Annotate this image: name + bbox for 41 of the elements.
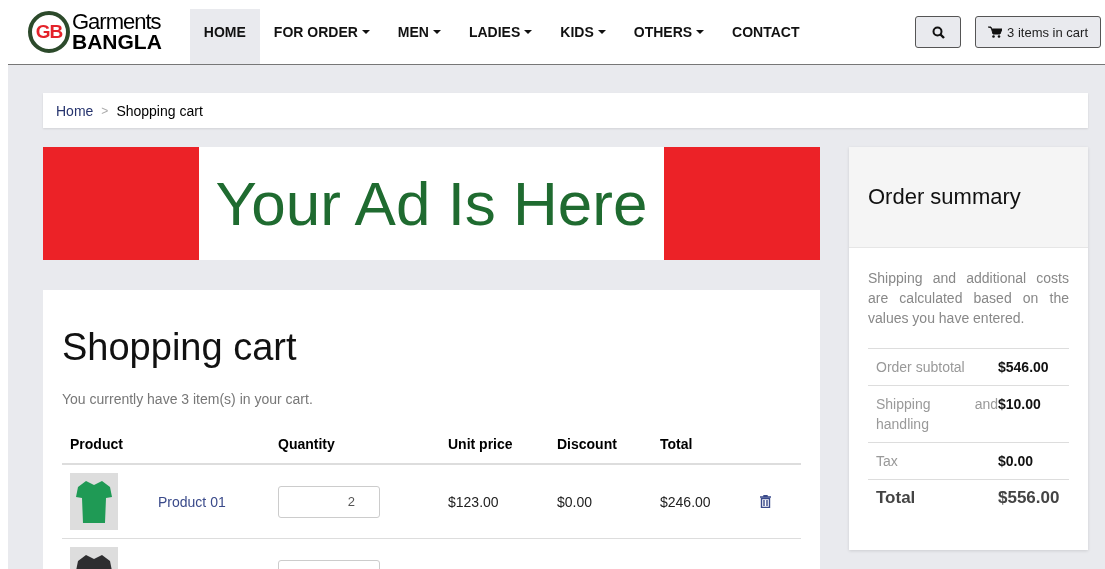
summary-value: $10.00 — [998, 395, 1042, 414]
product-link[interactable]: Product 01 — [158, 493, 278, 510]
nav-item[interactable]: OTHERS — [619, 9, 719, 64]
nav-item[interactable]: FOR ORDER — [259, 9, 384, 64]
column-header: Unit price — [448, 436, 514, 452]
trash-icon[interactable] — [760, 495, 771, 508]
summary-value: $546.00 — [998, 358, 1050, 377]
breadcrumb-link[interactable]: Home — [56, 102, 94, 119]
summary-label: Total — [876, 488, 917, 508]
nav-item[interactable]: MEN — [383, 9, 455, 64]
cart-subtitle: You currently have 3 item(s) in your cart. — [62, 391, 314, 407]
summary-note: Shipping and additional costs are calculated based on the values you have entered. — [868, 269, 1069, 328]
cart-button[interactable]: 3 items in cart — [975, 16, 1101, 48]
logo-mark[interactable]: GB — [28, 11, 70, 53]
nav-item[interactable]: CONTACT — [718, 9, 814, 64]
table-cell-text: $123.00 — [448, 493, 500, 510]
column-header: Discount — [557, 436, 618, 452]
column-header: Total — [660, 436, 694, 452]
search-button[interactable] — [915, 16, 962, 48]
table-cell-text: $246.00 — [660, 493, 712, 510]
table-cell-text: $0.00 — [557, 493, 594, 510]
summary-value: $556.00 — [998, 488, 1061, 508]
summary-value: $0.00 — [998, 452, 1035, 471]
search-icon — [931, 25, 945, 39]
breadcrumb-current: Shopping cart — [116, 102, 203, 119]
nav-item[interactable]: KIDS — [546, 9, 620, 64]
summary-title: Order summary — [849, 147, 1088, 248]
summary-label: Tax — [876, 452, 899, 471]
cart-title: Shopping cart — [62, 326, 298, 369]
nav-item[interactable]: HOME — [189, 9, 260, 64]
breadcrumb-separator: > — [101, 103, 109, 118]
column-header: Product — [70, 436, 124, 452]
nav-item[interactable]: LADIES — [454, 9, 547, 64]
column-header: Quantity — [278, 436, 336, 452]
logo-text[interactable]: Garments — [72, 12, 162, 32]
ad-text[interactable]: Your Ad Is Here — [199, 147, 664, 260]
summary-label: Shipping and handling — [876, 395, 998, 434]
cart-icon — [988, 26, 1003, 38]
summary-label: Order subtotal — [876, 358, 966, 377]
logo-text[interactable]: BANGLA — [72, 32, 162, 52]
quantity-field[interactable]: 2 — [278, 485, 380, 518]
